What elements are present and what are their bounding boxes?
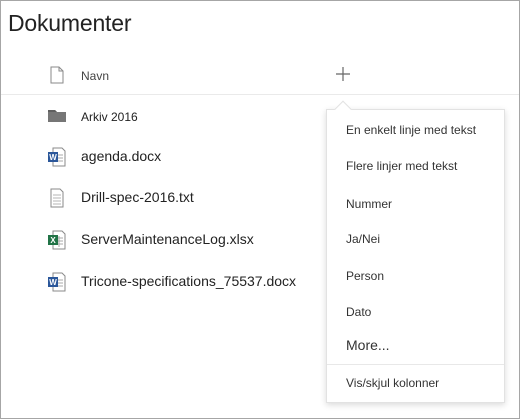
folder-icon — [48, 107, 66, 128]
menu-item-more[interactable]: More... — [327, 330, 504, 360]
menu-item-single-line-text[interactable]: En enkelt linje med tekst — [327, 115, 504, 145]
list-item-tricone[interactable]: W Tricone-specifications_75537.docx — [1, 267, 321, 297]
file-name[interactable]: Drill-spec-2016.txt — [81, 189, 194, 205]
name-column-header[interactable]: Navn — [81, 69, 109, 83]
excel-doc-icon: X — [48, 230, 66, 255]
svg-text:X: X — [50, 236, 56, 245]
list-item-agenda[interactable]: W agenda.docx — [1, 142, 321, 172]
list-item-server-log[interactable]: X ServerMaintenanceLog.xlsx — [1, 225, 321, 255]
menu-item-date[interactable]: Dato — [327, 297, 504, 327]
column-header-row: Navn — [1, 55, 519, 95]
file-name[interactable]: agenda.docx — [81, 148, 161, 164]
menu-item-multi-line-text[interactable]: Flere linjer med tekst — [327, 151, 504, 181]
svg-text:W: W — [49, 278, 57, 287]
list-item-arkiv-2016[interactable]: Arkiv 2016 — [1, 102, 321, 132]
menu-item-person[interactable]: Person — [327, 261, 504, 291]
svg-text:W: W — [49, 153, 57, 162]
menu-divider — [327, 364, 504, 365]
file-type-header-icon[interactable] — [50, 66, 64, 89]
file-name[interactable]: ServerMaintenanceLog.xlsx — [81, 231, 254, 247]
text-file-icon — [48, 188, 66, 213]
page-title: Dokumenter — [8, 10, 132, 36]
menu-item-yes-no[interactable]: Ja/Nei — [327, 224, 504, 254]
word-doc-icon: W — [48, 147, 66, 172]
add-column-menu: En enkelt linje med tekst Flere linjer m… — [326, 109, 505, 403]
file-name[interactable]: Tricone-specifications_75537.docx — [81, 273, 296, 289]
plus-icon — [336, 67, 350, 81]
document-library-window: Dokumenter Navn Arkiv 2016 W agenda.docx… — [0, 0, 520, 419]
menu-item-show-hide-columns[interactable]: Vis/skjul kolonner — [327, 368, 504, 398]
file-name[interactable]: Arkiv 2016 — [81, 110, 138, 124]
menu-item-number[interactable]: Nummer — [327, 189, 504, 219]
list-item-drill-spec[interactable]: Drill-spec-2016.txt — [1, 183, 321, 213]
add-column-button[interactable] — [330, 61, 356, 87]
word-doc-icon: W — [48, 272, 66, 297]
